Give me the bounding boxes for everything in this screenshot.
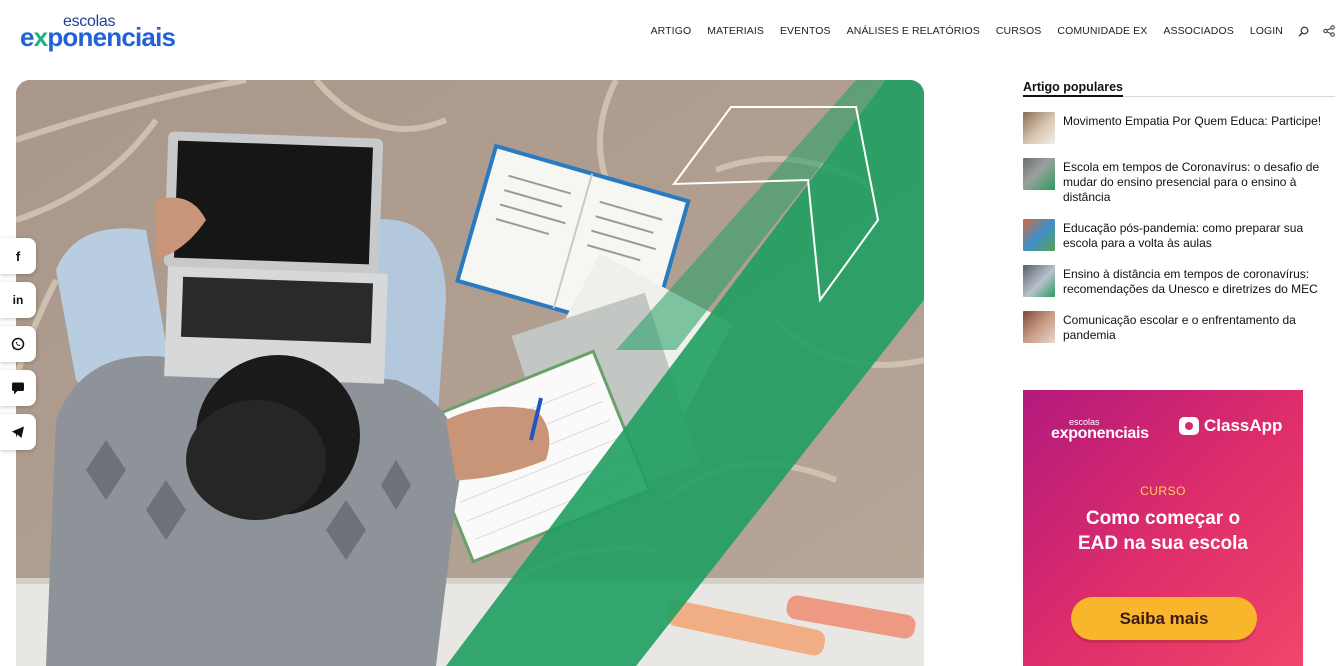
share-icon[interactable] — [1323, 25, 1335, 37]
site-header: escolas exponenciais ARTIGO MATERIAIS EV… — [0, 0, 1343, 62]
ad-title: Como começar o EAD na sua escola — [1077, 508, 1249, 554]
list-item[interactable]: Escola em tempos de Coronavírus: o desaf… — [1023, 158, 1335, 205]
article-thumbnail[interactable] — [1023, 265, 1055, 297]
whatsapp-icon[interactable] — [0, 326, 36, 362]
facebook-icon[interactable]: f — [0, 238, 36, 274]
list-item[interactable]: Movimento Empatia Por Quem Educa: Partic… — [1023, 112, 1335, 144]
article-link[interactable]: Escola em tempos de Coronavírus: o desaf… — [1063, 158, 1335, 205]
nav-analises-relatorios[interactable]: ANÁLISES E RELATÓRIOS — [847, 22, 980, 40]
ad-kicker: CURSO — [1140, 484, 1186, 498]
saiba-mais-button[interactable]: Saiba mais — [1071, 597, 1257, 640]
ad-classapp-logo: ClassApp — [1179, 416, 1282, 436]
nav-materiais[interactable]: MATERIAIS — [707, 22, 764, 40]
article-link[interactable]: Comunicação escolar e o enfrentamento da… — [1063, 311, 1335, 343]
article-link[interactable]: Movimento Empatia Por Quem Educa: Partic… — [1063, 112, 1321, 129]
popular-articles-heading: Artigo populares — [1023, 80, 1124, 97]
nav-associados[interactable]: ASSOCIADOS — [1163, 22, 1233, 40]
nav-eventos[interactable]: EVENTOS — [780, 22, 831, 40]
social-share-bar: f in — [0, 238, 36, 458]
popular-articles-sidebar: Artigo populares Movimento Empatia Por Q… — [1023, 78, 1335, 357]
nav-artigo[interactable]: ARTIGO — [651, 22, 692, 40]
nav-cursos[interactable]: CURSOS — [996, 22, 1042, 40]
nav-comunidade-ex[interactable]: COMUNIDADE EX — [1057, 22, 1147, 40]
site-logo[interactable]: escolas exponenciais — [20, 12, 185, 52]
list-item[interactable]: Comunicação escolar e o enfrentamento da… — [1023, 311, 1335, 343]
popular-articles-list: Movimento Empatia Por Quem Educa: Partic… — [1023, 112, 1335, 343]
main-nav: ARTIGO MATERIAIS EVENTOS ANÁLISES E RELA… — [635, 22, 1335, 40]
telegram-icon[interactable] — [0, 414, 36, 450]
nav-login[interactable]: LOGIN — [1250, 22, 1283, 40]
article-link[interactable]: Educação pós-pandemia: como preparar sua… — [1063, 219, 1335, 251]
comment-icon[interactable] — [0, 370, 36, 406]
logo-big-text: exponenciais — [20, 22, 176, 52]
search-icon[interactable] — [1297, 25, 1309, 37]
hero-image — [16, 80, 924, 666]
article-thumbnail[interactable] — [1023, 219, 1055, 251]
classapp-icon — [1179, 417, 1199, 435]
linkedin-icon[interactable]: in — [0, 282, 36, 318]
hero-illustration — [16, 80, 924, 666]
article-thumbnail[interactable] — [1023, 311, 1055, 343]
list-item[interactable]: Ensino à distância em tempos de coronaví… — [1023, 265, 1335, 297]
list-item[interactable]: Educação pós-pandemia: como preparar sua… — [1023, 219, 1335, 251]
course-ad-banner[interactable]: escolas exponenciais ClassApp CURSO Como… — [1023, 390, 1303, 666]
article-link[interactable]: Ensino à distância em tempos de coronaví… — [1063, 265, 1335, 297]
article-thumbnail[interactable] — [1023, 158, 1055, 190]
article-thumbnail[interactable] — [1023, 112, 1055, 144]
